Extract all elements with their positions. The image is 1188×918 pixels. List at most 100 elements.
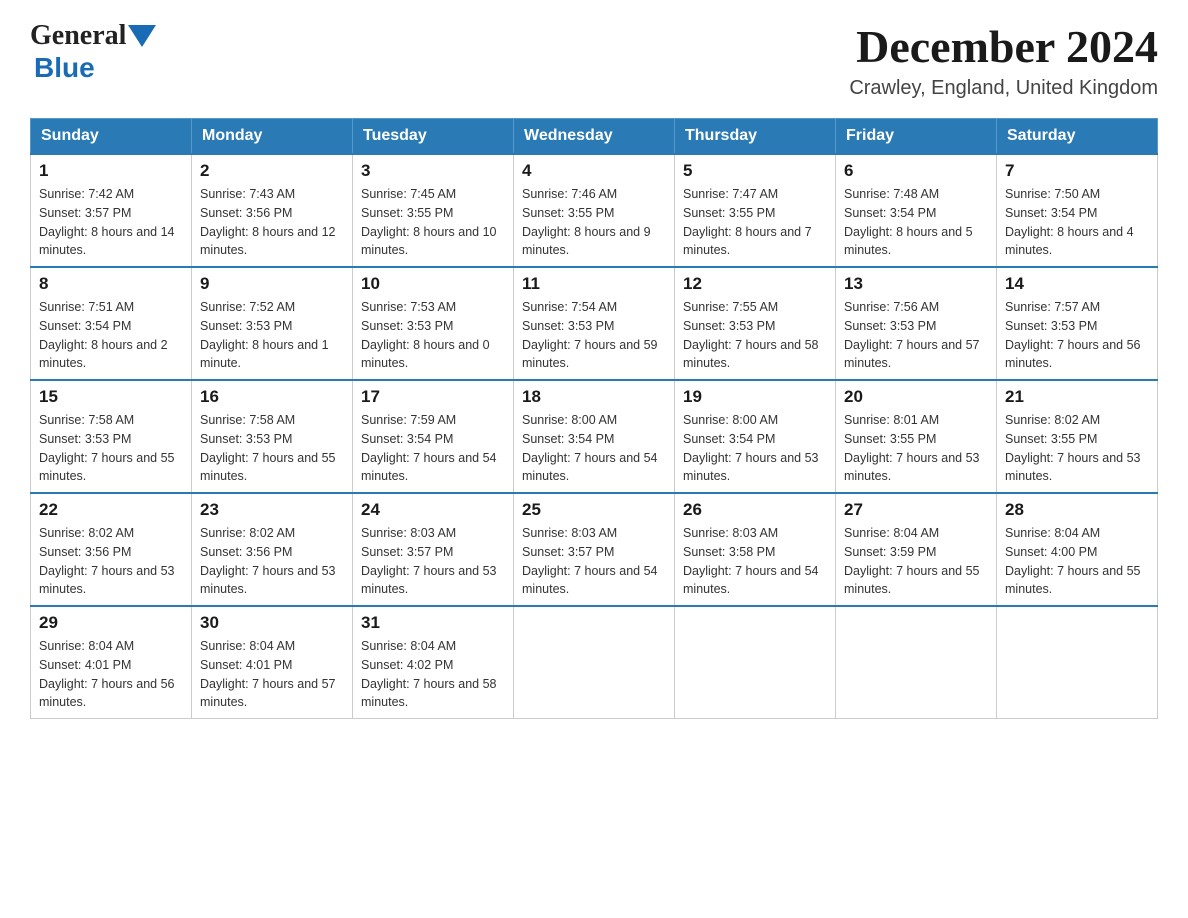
week-row-1: 1 Sunrise: 7:42 AMSunset: 3:57 PMDaylight… [31, 154, 1158, 267]
day-info: Sunrise: 8:04 AMSunset: 4:01 PMDaylight:… [200, 637, 344, 712]
day-header-sunday: Sunday [31, 119, 192, 155]
day-number: 5 [683, 161, 827, 181]
day-number: 20 [844, 387, 988, 407]
logo-blue-text: Blue [34, 52, 95, 84]
day-info: Sunrise: 8:02 AMSunset: 3:55 PMDaylight:… [1005, 411, 1149, 486]
calendar-cell [997, 606, 1158, 719]
calendar-cell: 31 Sunrise: 8:04 AMSunset: 4:02 PMDayligh… [353, 606, 514, 719]
calendar-cell: 27Sunrise: 8:04 AMSunset: 3:59 PMDayligh… [836, 493, 997, 606]
day-info: Sunrise: 8:03 AMSunset: 3:57 PMDaylight:… [361, 524, 505, 599]
calendar-cell: 24 Sunrise: 8:03 AMSunset: 3:57 PMDayligh… [353, 493, 514, 606]
day-info: Sunrise: 7:50 AMSunset: 3:54 PMDaylight:… [1005, 185, 1149, 260]
calendar-cell: 2 Sunrise: 7:43 AMSunset: 3:56 PMDaylight… [192, 154, 353, 267]
day-number: 19 [683, 387, 827, 407]
calendar-cell: 25 Sunrise: 8:03 AMSunset: 3:57 PMDayligh… [514, 493, 675, 606]
day-number: 1 [39, 161, 183, 181]
day-info: Sunrise: 7:53 AMSunset: 3:53 PMDaylight:… [361, 298, 505, 373]
day-number: 22 [39, 500, 183, 520]
logo-general-text: General [30, 20, 126, 52]
logo: General Blue [30, 20, 158, 84]
day-number: 2 [200, 161, 344, 181]
day-info: Sunrise: 8:04 AMSunset: 4:01 PMDaylight:… [39, 637, 183, 712]
calendar-cell: 1 Sunrise: 7:42 AMSunset: 3:57 PMDaylight… [31, 154, 192, 267]
day-info: Sunrise: 8:00 AMSunset: 3:54 PMDaylight:… [683, 411, 827, 486]
calendar-cell: 9 Sunrise: 7:52 AMSunset: 3:53 PMDaylight… [192, 267, 353, 380]
day-number: 30 [200, 613, 344, 633]
calendar-cell: 19 Sunrise: 8:00 AMSunset: 3:54 PMDayligh… [675, 380, 836, 493]
calendar-cell: 8 Sunrise: 7:51 AMSunset: 3:54 PMDaylight… [31, 267, 192, 380]
day-info: Sunrise: 8:04 AMSunset: 3:59 PMDaylight:… [844, 524, 988, 599]
title-area: December 2024 Crawley, England, United K… [849, 20, 1158, 100]
calendar-cell: 7 Sunrise: 7:50 AMSunset: 3:54 PMDaylight… [997, 154, 1158, 267]
calendar-cell: 6 Sunrise: 7:48 AMSunset: 3:54 PMDaylight… [836, 154, 997, 267]
calendar-cell: 3 Sunrise: 7:45 AMSunset: 3:55 PMDaylight… [353, 154, 514, 267]
day-number: 28 [1005, 500, 1149, 520]
day-number: 3 [361, 161, 505, 181]
day-info: Sunrise: 8:02 AMSunset: 3:56 PMDaylight:… [200, 524, 344, 599]
day-info: Sunrise: 8:04 AMSunset: 4:00 PMDaylight:… [1005, 524, 1149, 599]
day-info: Sunrise: 7:45 AMSunset: 3:55 PMDaylight:… [361, 185, 505, 260]
day-number: 8 [39, 274, 183, 294]
day-info: Sunrise: 7:48 AMSunset: 3:54 PMDaylight:… [844, 185, 988, 260]
day-info: Sunrise: 7:42 AMSunset: 3:57 PMDaylight:… [39, 185, 183, 260]
day-header-tuesday: Tuesday [353, 119, 514, 155]
day-info: Sunrise: 7:58 AMSunset: 3:53 PMDaylight:… [39, 411, 183, 486]
day-number: 31 [361, 613, 505, 633]
calendar-subtitle: Crawley, England, United Kingdom [849, 77, 1158, 100]
day-number: 12 [683, 274, 827, 294]
calendar-cell: 12Sunrise: 7:55 AMSunset: 3:53 PMDayligh… [675, 267, 836, 380]
day-number: 9 [200, 274, 344, 294]
day-header-thursday: Thursday [675, 119, 836, 155]
calendar-cell: 18Sunrise: 8:00 AMSunset: 3:54 PMDayligh… [514, 380, 675, 493]
week-row-3: 15 Sunrise: 7:58 AMSunset: 3:53 PMDayligh… [31, 380, 1158, 493]
calendar-cell: 29Sunrise: 8:04 AMSunset: 4:01 PMDayligh… [31, 606, 192, 719]
logo-triangle-icon [128, 25, 156, 47]
day-header-monday: Monday [192, 119, 353, 155]
calendar-cell [836, 606, 997, 719]
calendar-cell: 23Sunrise: 8:02 AMSunset: 3:56 PMDayligh… [192, 493, 353, 606]
day-number: 14 [1005, 274, 1149, 294]
day-number: 4 [522, 161, 666, 181]
day-info: Sunrise: 7:56 AMSunset: 3:53 PMDaylight:… [844, 298, 988, 373]
calendar-cell: 16Sunrise: 7:58 AMSunset: 3:53 PMDayligh… [192, 380, 353, 493]
calendar-cell: 4 Sunrise: 7:46 AMSunset: 3:55 PMDaylight… [514, 154, 675, 267]
day-info: Sunrise: 8:04 AMSunset: 4:02 PMDaylight:… [361, 637, 505, 712]
day-number: 16 [200, 387, 344, 407]
calendar-cell: 28 Sunrise: 8:04 AMSunset: 4:00 PMDayligh… [997, 493, 1158, 606]
day-number: 13 [844, 274, 988, 294]
day-info: Sunrise: 7:43 AMSunset: 3:56 PMDaylight:… [200, 185, 344, 260]
day-number: 24 [361, 500, 505, 520]
day-number: 15 [39, 387, 183, 407]
day-number: 10 [361, 274, 505, 294]
calendar-cell: 26Sunrise: 8:03 AMSunset: 3:58 PMDayligh… [675, 493, 836, 606]
day-info: Sunrise: 7:46 AMSunset: 3:55 PMDaylight:… [522, 185, 666, 260]
calendar-cell: 5 Sunrise: 7:47 AMSunset: 3:55 PMDaylight… [675, 154, 836, 267]
header-row: SundayMondayTuesdayWednesdayThursdayFrid… [31, 119, 1158, 155]
day-number: 7 [1005, 161, 1149, 181]
calendar-cell: 11Sunrise: 7:54 AMSunset: 3:53 PMDayligh… [514, 267, 675, 380]
calendar-cell: 14Sunrise: 7:57 AMSunset: 3:53 PMDayligh… [997, 267, 1158, 380]
week-row-2: 8 Sunrise: 7:51 AMSunset: 3:54 PMDaylight… [31, 267, 1158, 380]
day-header-saturday: Saturday [997, 119, 1158, 155]
day-number: 11 [522, 274, 666, 294]
calendar-cell [675, 606, 836, 719]
day-info: Sunrise: 8:03 AMSunset: 3:57 PMDaylight:… [522, 524, 666, 599]
calendar-cell: 13 Sunrise: 7:56 AMSunset: 3:53 PMDayligh… [836, 267, 997, 380]
day-number: 26 [683, 500, 827, 520]
calendar-title: December 2024 [849, 20, 1158, 73]
day-header-wednesday: Wednesday [514, 119, 675, 155]
day-info: Sunrise: 7:47 AMSunset: 3:55 PMDaylight:… [683, 185, 827, 260]
day-number: 18 [522, 387, 666, 407]
day-number: 25 [522, 500, 666, 520]
day-number: 6 [844, 161, 988, 181]
calendar-table: SundayMondayTuesdayWednesdayThursdayFrid… [30, 118, 1158, 719]
day-info: Sunrise: 7:52 AMSunset: 3:53 PMDaylight:… [200, 298, 344, 373]
week-row-4: 22 Sunrise: 8:02 AMSunset: 3:56 PMDayligh… [31, 493, 1158, 606]
calendar-cell: 22 Sunrise: 8:02 AMSunset: 3:56 PMDayligh… [31, 493, 192, 606]
day-info: Sunrise: 7:51 AMSunset: 3:54 PMDaylight:… [39, 298, 183, 373]
calendar-cell: 17Sunrise: 7:59 AMSunset: 3:54 PMDayligh… [353, 380, 514, 493]
calendar-cell: 15 Sunrise: 7:58 AMSunset: 3:53 PMDayligh… [31, 380, 192, 493]
day-info: Sunrise: 8:02 AMSunset: 3:56 PMDaylight:… [39, 524, 183, 599]
day-number: 21 [1005, 387, 1149, 407]
calendar-cell: 20Sunrise: 8:01 AMSunset: 3:55 PMDayligh… [836, 380, 997, 493]
